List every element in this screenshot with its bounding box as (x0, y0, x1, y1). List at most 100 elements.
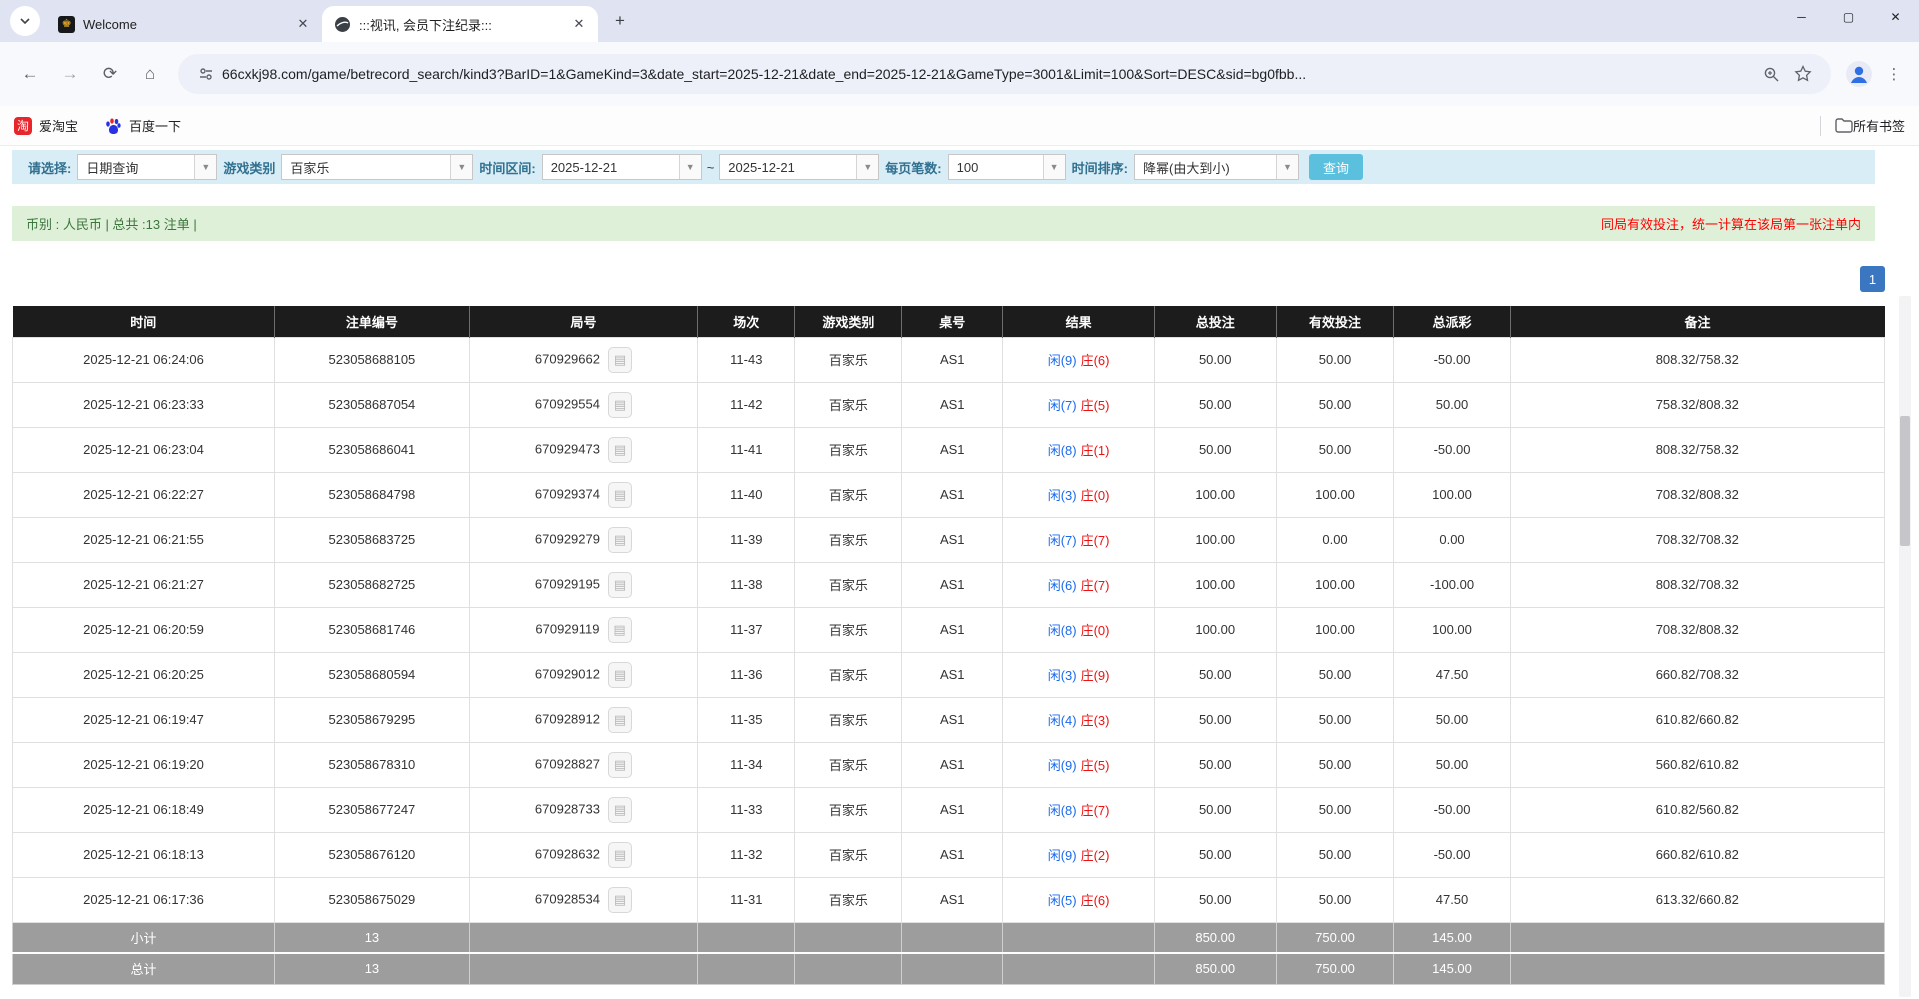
cell-round-id: 670929195▤ (469, 562, 697, 607)
cell-total-bet[interactable]: 50.00 (1154, 697, 1276, 742)
video-replay-icon[interactable]: ▤ (608, 437, 632, 463)
table-row: 2025-12-21 06:23:04 523058686041 6709294… (13, 427, 1885, 472)
cell-valid-bet: 50.00 (1276, 787, 1394, 832)
total-count: 13 (275, 953, 470, 984)
folder-icon (1835, 118, 1853, 133)
cell-valid-bet: 50.00 (1276, 697, 1394, 742)
cell-valid-bet: 50.00 (1276, 337, 1394, 382)
address-bar[interactable]: 66cxkj98.com/game/betrecord_search/kind3… (178, 54, 1831, 94)
bookmark-taobao[interactable]: 淘 爱淘宝 (14, 116, 78, 135)
cell-time: 2025-12-21 06:20:59 (13, 607, 275, 652)
cell-round-id: 670929119▤ (469, 607, 697, 652)
video-replay-icon[interactable]: ▤ (608, 392, 632, 418)
cell-total-bet[interactable]: 100.00 (1154, 517, 1276, 562)
cell-total-bet[interactable]: 50.00 (1154, 652, 1276, 697)
cell-valid-bet: 0.00 (1276, 517, 1394, 562)
bet-record-table: 时间 注单编号 局号 场次 游戏类别 桌号 结果 总投注 有效投注 总派彩 备注… (12, 306, 1885, 985)
cell-game: 百家乐 (795, 337, 902, 382)
maximize-button[interactable]: ▢ (1825, 0, 1872, 34)
result-player: 闲(7) (1048, 533, 1077, 548)
cell-bet-id: 523058678310 (275, 742, 470, 787)
home-button[interactable]: ⌂ (133, 57, 167, 91)
cell-round-id: 670928632▤ (469, 832, 697, 877)
cell-total-bet[interactable]: 100.00 (1154, 607, 1276, 652)
tab-welcome[interactable]: ♚ Welcome ✕ (46, 6, 322, 42)
reload-button[interactable]: ⟳ (93, 57, 127, 91)
cell-result: 闲(7)庄(5) (1003, 382, 1155, 427)
bookmark-star-icon[interactable] (1790, 61, 1816, 87)
new-tab-button[interactable]: + (606, 7, 634, 35)
sort-select[interactable]: 降幂(由大到小) ▼ (1134, 154, 1299, 180)
video-replay-icon[interactable]: ▤ (608, 527, 632, 553)
cell-table: AS1 (902, 697, 1003, 742)
tab-close-icon[interactable]: ✕ (570, 15, 588, 33)
video-replay-icon[interactable]: ▤ (608, 482, 632, 508)
table-row: 2025-12-21 06:20:25 523058680594 6709290… (13, 652, 1885, 697)
video-replay-icon[interactable]: ▤ (608, 572, 632, 598)
video-replay-icon[interactable]: ▤ (608, 707, 632, 733)
table-row: 2025-12-21 06:24:06 523058688105 6709296… (13, 337, 1885, 382)
cell-table: AS1 (902, 517, 1003, 562)
video-replay-icon[interactable]: ▤ (608, 347, 632, 373)
cell-total-bet[interactable]: 50.00 (1154, 382, 1276, 427)
cell-total-bet[interactable]: 50.00 (1154, 832, 1276, 877)
date-end-select[interactable]: 2025-12-21 ▼ (719, 154, 879, 180)
video-replay-icon[interactable]: ▤ (608, 617, 632, 643)
url-text[interactable]: 66cxkj98.com/game/betrecord_search/kind3… (222, 66, 1755, 82)
bookmark-baidu[interactable]: 百度一下 (104, 116, 181, 135)
tab-close-icon[interactable]: ✕ (294, 15, 312, 33)
tab-strip: ♚ Welcome ✕ :::视讯, 会员下注纪录::: ✕ + ─ ▢ ✕ (0, 0, 1919, 42)
cell-payout: 50.00 (1394, 382, 1510, 427)
result-player: 闲(3) (1048, 668, 1077, 683)
scrollbar-thumb[interactable] (1900, 416, 1910, 546)
cell-total-bet[interactable]: 50.00 (1154, 742, 1276, 787)
table-row: 2025-12-21 06:18:49 523058677247 6709287… (13, 787, 1885, 832)
vertical-scrollbar[interactable] (1899, 296, 1911, 997)
cell-total-bet[interactable]: 50.00 (1154, 877, 1276, 922)
cell-game: 百家乐 (795, 877, 902, 922)
site-info-icon[interactable] (193, 61, 219, 87)
cell-valid-bet: 100.00 (1276, 607, 1394, 652)
profile-avatar[interactable] (1843, 58, 1875, 90)
cell-session: 11-34 (698, 742, 795, 787)
menu-kebab-icon[interactable]: ⋮ (1879, 59, 1909, 89)
cell-payout: 100.00 (1394, 607, 1510, 652)
tab-betrecord[interactable]: :::视讯, 会员下注纪录::: ✕ (322, 6, 598, 42)
video-replay-icon[interactable]: ▤ (608, 752, 632, 778)
zoom-icon[interactable] (1758, 61, 1784, 87)
cell-total-bet[interactable]: 50.00 (1154, 337, 1276, 382)
video-replay-icon[interactable]: ▤ (608, 842, 632, 868)
subtotal-row: 小计 13 850.00 750.00 145.00 (13, 922, 1885, 953)
minimize-button[interactable]: ─ (1778, 0, 1825, 34)
search-button[interactable]: 查询 (1309, 154, 1363, 180)
page-size-select[interactable]: 100 ▼ (948, 154, 1066, 180)
browser-toolbar: ← → ⟳ ⌂ 66cxkj98.com/game/betrecord_sear… (0, 42, 1919, 106)
cell-table: AS1 (902, 742, 1003, 787)
cell-bet-id: 523058683725 (275, 517, 470, 562)
close-window-button[interactable]: ✕ (1872, 0, 1919, 34)
tab-search-button[interactable] (10, 6, 40, 36)
back-button[interactable]: ← (13, 57, 47, 91)
cell-payout: 47.50 (1394, 652, 1510, 697)
forward-button[interactable]: → (53, 57, 87, 91)
video-replay-icon[interactable]: ▤ (608, 662, 632, 688)
cell-total-bet[interactable]: 100.00 (1154, 562, 1276, 607)
cell-payout: -50.00 (1394, 337, 1510, 382)
baidu-paw-icon (104, 117, 122, 135)
cell-total-bet[interactable]: 50.00 (1154, 787, 1276, 832)
table-row: 2025-12-21 06:23:33 523058687054 6709295… (13, 382, 1885, 427)
query-type-select[interactable]: 日期查询 ▼ (77, 154, 217, 180)
page-1-button[interactable]: 1 (1860, 266, 1885, 292)
date-start-select[interactable]: 2025-12-21 ▼ (542, 154, 702, 180)
cell-game: 百家乐 (795, 427, 902, 472)
cell-total-bet[interactable]: 100.00 (1154, 472, 1276, 517)
cell-total-bet[interactable]: 50.00 (1154, 427, 1276, 472)
all-bookmarks[interactable]: 所有书签 (1820, 116, 1905, 136)
cell-payout: -100.00 (1394, 562, 1510, 607)
cell-note: 708.32/808.32 (1510, 607, 1884, 652)
video-replay-icon[interactable]: ▤ (608, 887, 632, 913)
taobao-icon: 淘 (14, 117, 32, 135)
video-replay-icon[interactable]: ▤ (608, 797, 632, 823)
cell-round-id: 670929473▤ (469, 427, 697, 472)
game-kind-select[interactable]: 百家乐 ▼ (281, 154, 473, 180)
